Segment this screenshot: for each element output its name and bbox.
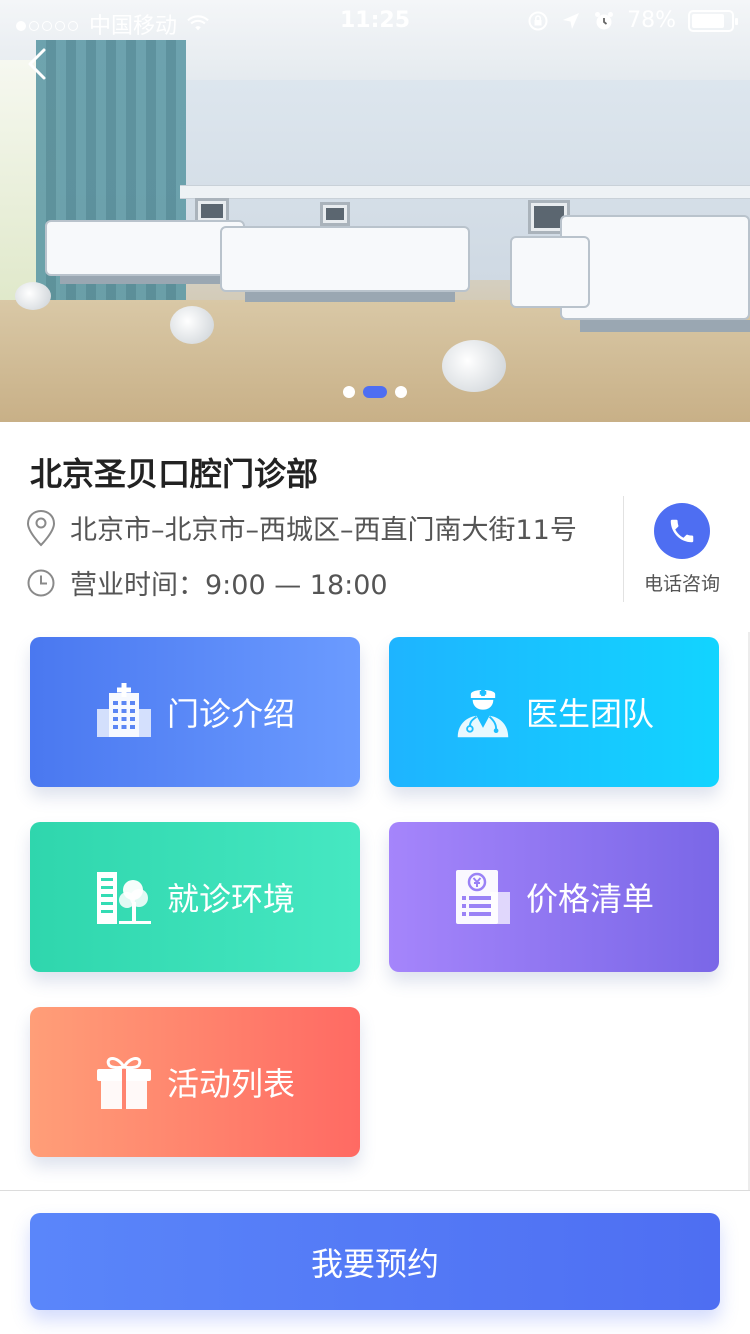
hours-row: 营业时间：9:00 — 18:00 [26, 563, 388, 602]
hero-image-cabinet [510, 236, 590, 308]
business-hours-label: 营业时间： [70, 570, 205, 601]
business-hours-value: 9:00 — 18:00 [205, 570, 388, 601]
hero-image-bed [220, 226, 470, 292]
gift-icon [95, 1053, 153, 1111]
hospital-building-icon [95, 683, 153, 741]
business-hours: 营业时间：9:00 — 18:00 [70, 563, 388, 602]
service-card-label: 价格清单 [525, 880, 654, 918]
hero-image-bed-frame [580, 320, 750, 332]
hero-image-pump [170, 306, 214, 344]
hero-image-rail [180, 185, 750, 199]
battery-icon [688, 9, 738, 32]
doctor-icon [454, 683, 512, 741]
hero-image-monitor [320, 202, 350, 226]
clock-icon [27, 569, 55, 596]
hero-image-pump [15, 282, 51, 310]
location-pin-icon [26, 509, 56, 546]
clinic-name: 北京圣贝口腔门诊部 [30, 455, 319, 493]
book-appointment-button[interactable]: 我要预约 [30, 1213, 720, 1310]
hero-carousel[interactable]: 中国移动 11:25 78% [0, 0, 750, 422]
hero-image-bed-frame [245, 292, 455, 302]
service-card-price-list[interactable]: 价格清单 [389, 822, 719, 972]
carousel-dot-active[interactable] [363, 386, 387, 398]
service-card-clinic-intro[interactable]: 门诊介绍 [30, 637, 360, 787]
battery-percentage: 78% [627, 8, 676, 33]
rotation-lock-icon [528, 11, 548, 30]
building-tree-icon [95, 868, 153, 926]
clinic-address: 北京市–北京市–西城区–西直门南大街11号 [70, 515, 577, 546]
alarm-icon [595, 11, 614, 29]
service-card-label: 活动列表 [166, 1065, 295, 1103]
carousel-dot[interactable] [395, 386, 407, 398]
back-arrow-icon[interactable] [18, 44, 58, 84]
carousel-pagination[interactable] [0, 386, 750, 398]
service-card-label: 就诊环境 [166, 880, 295, 918]
service-card-environment[interactable]: 就诊环境 [30, 822, 360, 972]
hero-image-bed-frame [60, 276, 230, 284]
phone-icon [670, 519, 694, 543]
info-divider [623, 496, 624, 602]
price-list-icon [454, 868, 512, 926]
service-card-label: 门诊介绍 [166, 695, 295, 733]
phone-consult-label: 电话咨询 [643, 573, 720, 595]
address-row[interactable]: 北京市–北京市–西城区–西直门南大街11号 [26, 508, 577, 547]
service-card-label: 医生团队 [525, 695, 654, 733]
location-arrow-icon [563, 12, 580, 29]
status-bar: 中国移动 11:25 78% [0, 0, 750, 40]
phone-icon-circle[interactable] [654, 503, 710, 559]
hero-image-pump [442, 340, 506, 392]
carousel-dot[interactable] [343, 386, 355, 398]
hero-image-bed [45, 220, 245, 276]
phone-consult-button[interactable]: 电话咨询 [640, 503, 724, 596]
service-card-doctor-team[interactable]: 医生团队 [389, 637, 719, 787]
service-card-activity-list[interactable]: 活动列表 [30, 1007, 360, 1157]
